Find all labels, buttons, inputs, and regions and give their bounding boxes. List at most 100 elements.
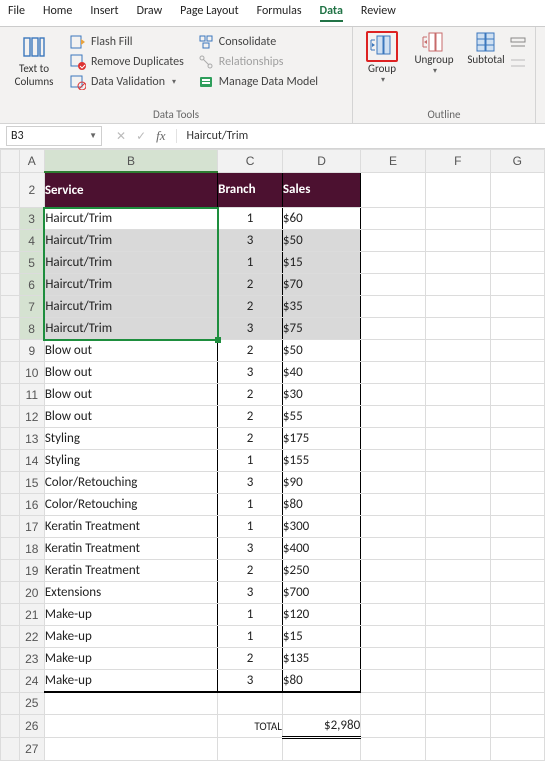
col-G[interactable]: G	[490, 150, 544, 173]
cell-service[interactable]: Haircut/Trim	[44, 252, 217, 274]
row-header[interactable]: 21	[19, 604, 44, 626]
row-header[interactable]: 22	[19, 626, 44, 648]
cell-service[interactable]: Haircut/Trim	[44, 230, 217, 252]
row-header[interactable]: 14	[19, 450, 44, 472]
cell-service[interactable]: Keratin Treatment	[44, 516, 217, 538]
cell-sales[interactable]: $120	[282, 604, 360, 626]
cell-sales[interactable]: $30	[282, 384, 360, 406]
cell-service[interactable]: Haircut/Trim	[44, 208, 217, 230]
menu-home[interactable]: Home	[43, 4, 72, 22]
cell-branch[interactable]: 3	[218, 230, 283, 252]
cell-service[interactable]: Make-up	[44, 626, 217, 648]
cell-branch[interactable]: 1	[218, 604, 283, 626]
cell-sales[interactable]: $75	[282, 318, 360, 340]
row-header[interactable]: 13	[19, 428, 44, 450]
cell-branch[interactable]: 1	[218, 450, 283, 472]
cell-service[interactable]: Extensions	[44, 582, 217, 604]
chevron-down-icon[interactable]: ▼	[89, 131, 97, 141]
name-box[interactable]: B3 ▼	[6, 126, 102, 146]
cell-sales[interactable]: $50	[282, 230, 360, 252]
cell-sales[interactable]: $50	[282, 340, 360, 362]
menu-draw[interactable]: Draw	[137, 4, 163, 22]
row-header[interactable]: 12	[19, 406, 44, 428]
cell-sales[interactable]: $250	[282, 560, 360, 582]
flash-fill-button[interactable]: Flash Fill	[68, 33, 186, 51]
cell-branch[interactable]: 3	[218, 362, 283, 384]
row-header[interactable]: 19	[19, 560, 44, 582]
cell-branch[interactable]: 2	[218, 384, 283, 406]
row-header[interactable]: 9	[19, 340, 44, 362]
cell-sales[interactable]: $35	[282, 296, 360, 318]
row-header[interactable]: 15	[19, 472, 44, 494]
data-validation-button[interactable]: Data Validation ▾	[68, 73, 186, 91]
cell-branch[interactable]: 2	[218, 406, 283, 428]
cell-sales[interactable]: $135	[282, 648, 360, 670]
header-branch[interactable]: Branch	[218, 172, 283, 208]
cell-branch[interactable]: 3	[218, 318, 283, 340]
row-header[interactable]: 8	[19, 318, 44, 340]
row-header[interactable]: 4	[19, 230, 44, 252]
manage-data-model-button[interactable]: Manage Data Model	[196, 73, 320, 91]
fx-icon[interactable]: fx	[156, 128, 165, 144]
menu-page-layout[interactable]: Page Layout	[180, 4, 238, 22]
menu-insert[interactable]: Insert	[90, 4, 118, 22]
cell-branch[interactable]: 2	[218, 340, 283, 362]
cell-sales[interactable]: $400	[282, 538, 360, 560]
cell-service[interactable]: Color/Retouching	[44, 494, 217, 516]
menu-formulas[interactable]: Formulas	[257, 4, 302, 22]
menu-file[interactable]: File	[8, 4, 25, 22]
cell-branch[interactable]: 2	[218, 296, 283, 318]
cell-sales[interactable]: $70	[282, 274, 360, 296]
chevron-down-icon[interactable]: ▾	[172, 77, 176, 87]
row-header[interactable]: 16	[19, 494, 44, 516]
select-all-button[interactable]	[1, 150, 20, 173]
ungroup-button[interactable]: Ungroup ▾	[411, 31, 457, 85]
cell-service[interactable]: Haircut/Trim	[44, 318, 217, 340]
cell-sales[interactable]: $15	[282, 252, 360, 274]
col-A[interactable]: A	[19, 150, 44, 173]
row-header[interactable]: 20	[19, 582, 44, 604]
cell-sales[interactable]: $175	[282, 428, 360, 450]
text-to-columns-button[interactable]: Text to Columns	[6, 31, 62, 91]
cell-branch[interactable]: 1	[218, 208, 283, 230]
cell-service[interactable]: Make-up	[44, 604, 217, 626]
row-header[interactable]: 27	[19, 738, 44, 761]
row-header[interactable]: 7	[19, 296, 44, 318]
show-detail-icon[interactable]	[510, 37, 526, 49]
cell-sales[interactable]: $15	[282, 626, 360, 648]
formula-value[interactable]: Haircut/Trim	[176, 129, 249, 143]
cell-service[interactable]: Blow out	[44, 384, 217, 406]
group-button[interactable]: Group ▾	[359, 31, 405, 85]
cell-sales[interactable]: $300	[282, 516, 360, 538]
cell-sales[interactable]: $700	[282, 582, 360, 604]
col-C[interactable]: C	[218, 150, 283, 173]
cell-branch[interactable]: 1	[218, 626, 283, 648]
subtotal-button[interactable]: Subtotal	[463, 31, 509, 85]
cell-service[interactable]: Color/Retouching	[44, 472, 217, 494]
cell-branch[interactable]: 2	[218, 428, 283, 450]
cell-service[interactable]: Styling	[44, 450, 217, 472]
header-service[interactable]: Service	[44, 172, 217, 208]
cell-branch[interactable]: 2	[218, 648, 283, 670]
total-value[interactable]: $2,980	[282, 715, 360, 738]
cell-branch[interactable]: 2	[218, 560, 283, 582]
row-header[interactable]: 10	[19, 362, 44, 384]
col-B[interactable]: B	[44, 150, 217, 173]
cell-branch[interactable]: 3	[218, 538, 283, 560]
remove-duplicates-button[interactable]: Remove Duplicates	[68, 53, 186, 71]
cell-service[interactable]: Blow out	[44, 406, 217, 428]
cell-service[interactable]: Keratin Treatment	[44, 560, 217, 582]
cell-branch[interactable]: 1	[218, 516, 283, 538]
cell-service[interactable]: Make-up	[44, 670, 217, 693]
cell-service[interactable]: Blow out	[44, 340, 217, 362]
cell-sales[interactable]: $80	[282, 670, 360, 693]
row-header[interactable]: 18	[19, 538, 44, 560]
col-D[interactable]: D	[282, 150, 360, 173]
consolidate-button[interactable]: Consolidate	[196, 33, 320, 51]
row-header[interactable]: 6	[19, 274, 44, 296]
cancel-icon[interactable]: ✕	[116, 129, 126, 144]
chevron-down-icon[interactable]: ▾	[381, 75, 385, 85]
cell-sales[interactable]: $40	[282, 362, 360, 384]
cell-service[interactable]: Haircut/Trim	[44, 274, 217, 296]
menu-data[interactable]: Data	[320, 4, 343, 22]
